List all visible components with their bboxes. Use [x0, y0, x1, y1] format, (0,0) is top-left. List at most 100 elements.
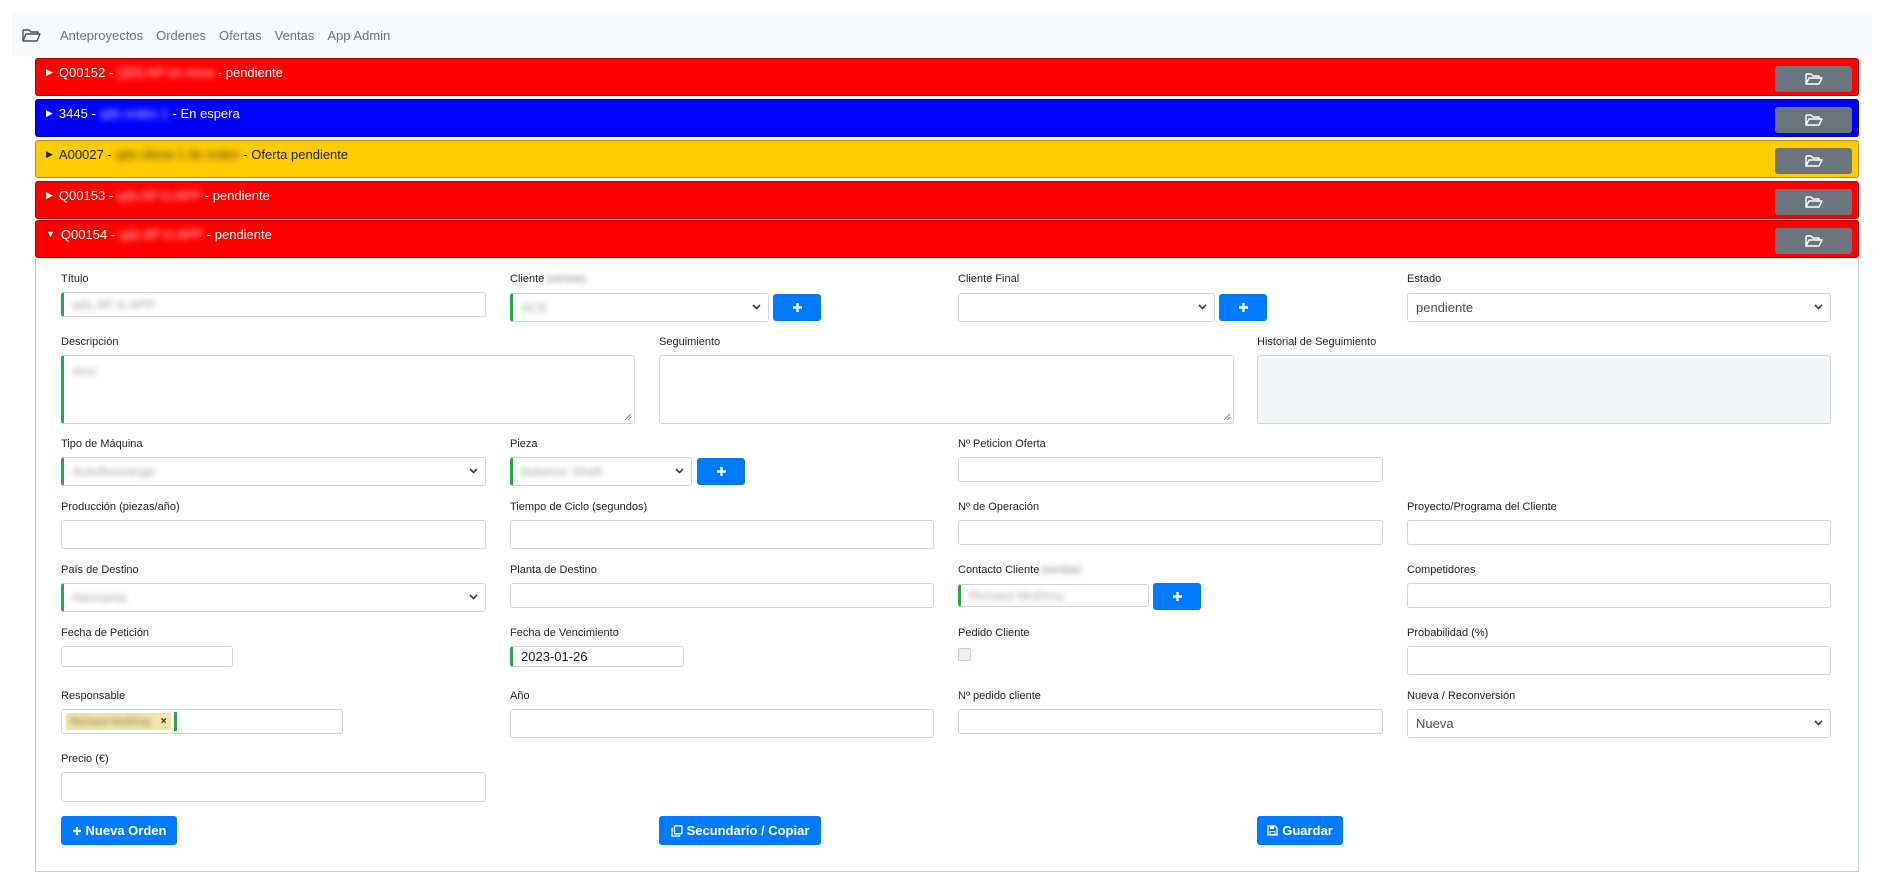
- pedido-cliente-num-input[interactable]: [958, 709, 1383, 734]
- competidores-input[interactable]: [1407, 583, 1831, 608]
- tipo-maquina-select[interactable]: Autoflowrange: [61, 457, 486, 486]
- tag-remove-icon[interactable]: ×: [161, 716, 167, 727]
- row-status: pendiente: [212, 188, 270, 203]
- folder-open-icon[interactable]: [22, 27, 42, 43]
- add-cliente-button[interactable]: [773, 294, 821, 321]
- row-code: 3445: [58, 106, 88, 121]
- pedido-cliente-label: Pedido Cliente: [958, 627, 1030, 639]
- descripcion-textarea[interactable]: desc: [61, 355, 635, 424]
- nav-link-app-admin[interactable]: App Admin: [327, 28, 390, 43]
- open-row-button[interactable]: [1775, 189, 1852, 215]
- cliente-select[interactable]: ACE: [510, 293, 769, 322]
- planta-destino-label: Planta de Destino: [510, 564, 597, 576]
- pais-destino-value: Alemania: [72, 590, 127, 605]
- row-status: pendiente: [214, 227, 272, 242]
- row-code: Q00152: [58, 65, 106, 80]
- row-title: 3445 - qds orden 1 - En espera: [59, 106, 240, 121]
- row-name: qds oferta 1 de orden: [115, 147, 240, 162]
- responsable-tag-input[interactable]: Richard McElroy ×: [61, 709, 343, 734]
- contacto-cliente-value: Richard McElroy: [969, 588, 1065, 603]
- peticion-oferta-input[interactable]: [958, 457, 1383, 482]
- proyecto-cliente-label: Proyecto/Programa del Cliente: [1407, 501, 1557, 513]
- plus-icon: [716, 467, 726, 476]
- project-row-3445[interactable]: ▶ 3445 - qds orden 1 - En espera: [35, 99, 1859, 137]
- pais-destino-select[interactable]: Alemania: [61, 583, 486, 612]
- chevron-down-icon: [675, 468, 684, 474]
- titulo-label: Título: [61, 273, 89, 285]
- tiempo-ciclo-input[interactable]: [510, 520, 934, 549]
- estado-select[interactable]: pendiente: [1407, 293, 1831, 322]
- anio-label: Año: [510, 690, 530, 702]
- pais-destino-label: País de Destino: [61, 564, 139, 576]
- open-row-button[interactable]: [1775, 148, 1852, 174]
- pieza-label: Pieza: [510, 438, 538, 450]
- planta-destino-input[interactable]: [510, 583, 934, 608]
- row-sep: -: [217, 65, 223, 80]
- project-row-q00153[interactable]: ▶ Q00153 - qds AP in APP - pendiente: [35, 181, 1859, 219]
- proyecto-cliente-input[interactable]: [1407, 520, 1831, 545]
- caret-right-icon[interactable]: ▶: [46, 190, 53, 201]
- row-sep: -: [204, 188, 210, 203]
- pedido-cliente-checkbox[interactable]: [958, 648, 971, 661]
- produccion-input[interactable]: [61, 520, 486, 549]
- folder-open-icon: [1804, 196, 1823, 208]
- nav-link-anteproyectos[interactable]: Anteproyectos: [60, 28, 143, 43]
- guardar-label: Guardar: [1282, 823, 1333, 838]
- contacto-cliente-input[interactable]: Richard McElroy: [958, 584, 1149, 607]
- probabilidad-input[interactable]: [1407, 646, 1831, 675]
- resize-grip-icon[interactable]: [1223, 413, 1231, 421]
- nueva-reconversion-select[interactable]: Nueva: [1407, 709, 1831, 738]
- caret-right-icon[interactable]: ▶: [46, 149, 53, 160]
- row-sep: -: [206, 227, 212, 242]
- estado-value: pendiente: [1416, 300, 1474, 315]
- caret-right-icon[interactable]: ▶: [46, 108, 53, 119]
- anio-input[interactable]: [510, 709, 934, 738]
- titulo-value: qds AP in APP: [72, 297, 156, 312]
- caret-right-icon[interactable]: ▶: [46, 67, 53, 78]
- produccion-label: Producción (piezas/año): [61, 501, 180, 513]
- nav-link-ventas[interactable]: Ventas: [275, 28, 315, 43]
- open-row-button[interactable]: [1775, 66, 1852, 92]
- pieza-select[interactable]: Balance Shaft: [510, 457, 692, 486]
- secundario-copiar-button[interactable]: Secundario / Copiar: [659, 816, 821, 845]
- contacto-cliente-label-extra: (ventas): [1041, 564, 1082, 576]
- row-code: Q00154: [60, 227, 108, 242]
- nueva-reconversion-value: Nueva: [1416, 716, 1454, 731]
- chevron-down-icon: [1198, 304, 1207, 310]
- cliente-final-select[interactable]: [958, 293, 1215, 322]
- row-sep: -: [110, 227, 116, 242]
- add-pieza-button[interactable]: [697, 458, 745, 485]
- resize-grip-icon[interactable]: [624, 413, 632, 421]
- add-cliente-final-button[interactable]: [1219, 294, 1267, 321]
- nav-link-ordenes[interactable]: Ordenes: [156, 28, 206, 43]
- open-row-button[interactable]: [1775, 107, 1852, 133]
- folder-open-icon: [1804, 155, 1823, 167]
- titulo-input[interactable]: qds AP in APP: [61, 292, 486, 317]
- project-row-q00152[interactable]: ▶ Q00152 - QD5 AP no nova - pendiente: [35, 58, 1859, 96]
- precio-input[interactable]: [61, 772, 486, 802]
- row-status: pendiente: [225, 65, 283, 80]
- operacion-label: Nº de Operación: [958, 501, 1040, 513]
- caret-down-icon[interactable]: ▼: [46, 229, 55, 239]
- nueva-orden-button[interactable]: Nueva Orden: [61, 816, 177, 845]
- row-sep: -: [172, 106, 177, 121]
- open-row-button[interactable]: [1775, 228, 1852, 254]
- operacion-input[interactable]: [958, 520, 1383, 545]
- chevron-down-icon: [469, 468, 478, 474]
- project-row-a00027[interactable]: ▶ A00027 - qds oferta 1 de orden - Ofert…: [35, 140, 1859, 178]
- fecha-vencimiento-input[interactable]: 2023-01-26: [510, 646, 684, 667]
- seguimiento-textarea[interactable]: [659, 355, 1234, 424]
- plus-icon: [792, 303, 802, 312]
- row-sep: -: [108, 188, 114, 203]
- add-contacto-button[interactable]: [1153, 583, 1201, 610]
- project-row-q00154[interactable]: ▼ Q00154 - qds AP in APP - pendiente: [35, 220, 1859, 258]
- save-icon: [1267, 825, 1278, 836]
- row-name: qds AP in APP: [117, 188, 201, 203]
- guardar-button[interactable]: Guardar: [1257, 816, 1343, 845]
- competidores-label: Competidores: [1407, 564, 1476, 576]
- folder-open-icon: [1804, 235, 1823, 247]
- row-name: qds AP in APP: [119, 227, 203, 242]
- plus-icon: [72, 826, 82, 836]
- fecha-peticion-input[interactable]: [61, 646, 233, 667]
- nav-link-ofertas[interactable]: Ofertas: [219, 28, 262, 43]
